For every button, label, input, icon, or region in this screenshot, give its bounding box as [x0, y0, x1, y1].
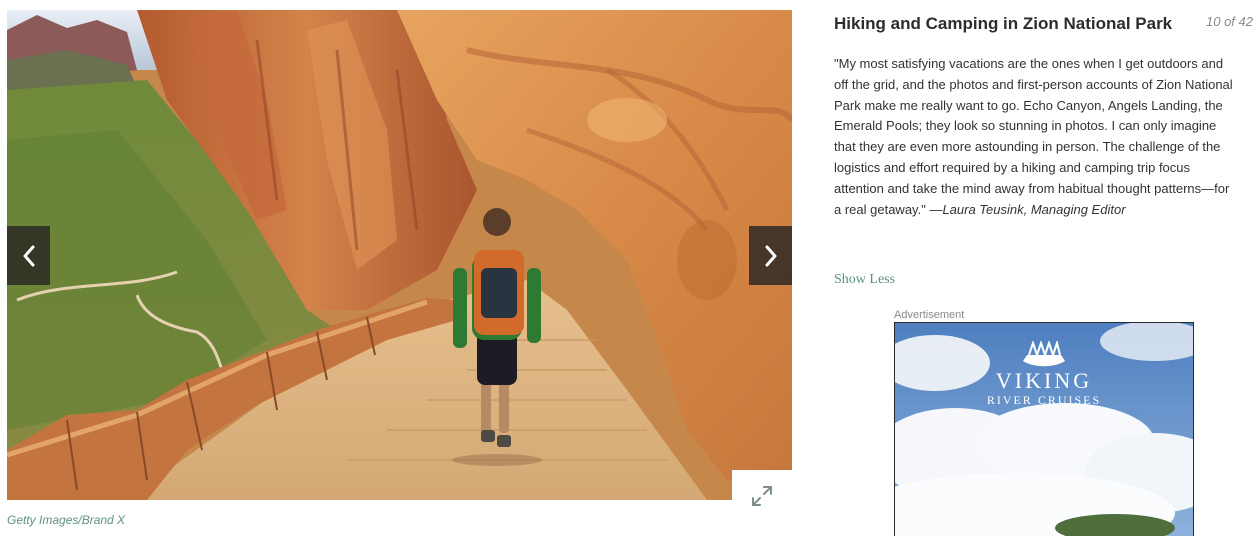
chevron-left-icon: [23, 245, 34, 266]
viking-ship-logo-icon: [1023, 341, 1065, 367]
slideshow-photo: [7, 10, 792, 500]
advertisement-banner[interactable]: VIKING RIVER CRUISES: [894, 322, 1194, 536]
slide-byline: —Laura Teusink, Managing Editor: [929, 201, 1126, 217]
next-slide-button[interactable]: [749, 226, 792, 285]
zion-trail-image: [7, 10, 792, 500]
previous-slide-button[interactable]: [7, 226, 50, 285]
slide-title: Hiking and Camping in Zion National Park: [834, 14, 1173, 33]
show-less-link[interactable]: Show Less: [834, 272, 895, 288]
expand-fullscreen-button[interactable]: [732, 470, 792, 522]
ad-tagline: RIVER CRUISES: [986, 393, 1102, 407]
ad-brand-name: VIKING: [995, 368, 1093, 393]
chevron-right-icon: [765, 245, 776, 266]
photo-credit: Getty Images/Brand X: [7, 513, 126, 527]
slide-quote: "My most satisfying vacations are the on…: [834, 56, 1233, 217]
expand-icon: [752, 486, 772, 506]
slide-counter: 10 of 42: [1206, 14, 1253, 29]
slide-description: "My most satisfying vacations are the on…: [834, 54, 1239, 220]
advertisement-label: Advertisement: [894, 309, 965, 321]
